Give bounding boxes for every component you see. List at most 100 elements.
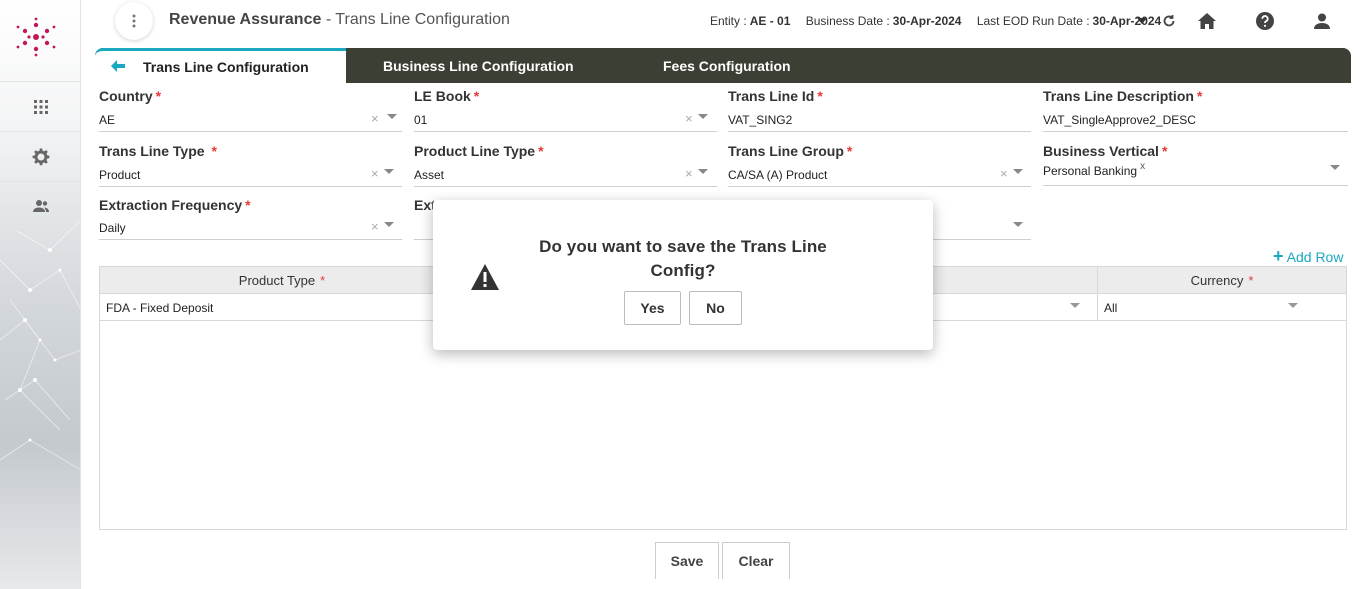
trans-line-group-select[interactable]: CA/SA (A) Product — [728, 163, 1031, 187]
caret-down-icon[interactable] — [1013, 169, 1023, 174]
required-marker: * — [1161, 143, 1168, 159]
required-marker: * — [1248, 273, 1254, 288]
tab-trans-line-configuration[interactable]: Trans Line Configuration — [95, 48, 346, 83]
sidebar-settings-button[interactable] — [0, 131, 80, 181]
app-logo — [16, 17, 56, 57]
caret-down-icon[interactable] — [384, 169, 394, 174]
gear-icon — [32, 148, 49, 165]
column-label: Currency — [1190, 273, 1244, 288]
business-vertical-chip: Personal Banking — [1043, 164, 1138, 178]
business-vertical-label: Business Vertical — [1043, 143, 1159, 159]
tab-label: Business Line Configuration — [383, 57, 574, 74]
required-marker: * — [538, 143, 544, 159]
tab-fees-configuration[interactable]: Fees Configuration — [663, 48, 791, 83]
top-bar: Revenue Assurance - Trans Line Configura… — [81, 0, 1366, 44]
trans-line-type-value: Product — [99, 167, 141, 182]
caret-down-icon[interactable] — [1070, 303, 1080, 308]
confirm-dialog: Do you want to save the Trans Line Confi… — [433, 200, 933, 350]
le-book-select[interactable]: 01 — [414, 108, 717, 132]
product-line-type-select[interactable]: Asset — [414, 163, 717, 187]
trans-line-id-label: Trans Line Id — [728, 88, 815, 104]
trans-line-group-value: CA/SA (A) Product — [728, 167, 828, 182]
caret-down-icon[interactable] — [1330, 165, 1340, 170]
grid-header-currency: Currency * — [1097, 267, 1346, 294]
user-profile-button[interactable] — [1311, 10, 1333, 32]
product-type-cell[interactable]: FDA - Fixed Deposit — [100, 294, 464, 321]
network-background-graphic — [0, 220, 80, 470]
required-marker: * — [245, 197, 251, 213]
extraction-frequency-field: Extraction Frequency * Daily × — [99, 197, 402, 240]
clear-icon[interactable]: × — [371, 219, 379, 234]
extraction-frequency-select[interactable]: Daily — [99, 216, 402, 240]
grid-apps-icon — [33, 99, 48, 114]
le-book-value: 01 — [414, 112, 428, 127]
sidebar — [0, 0, 81, 589]
tab-label: Trans Line Configuration — [143, 59, 309, 75]
dialog-no-button[interactable]: No — [689, 291, 742, 325]
grid-header-product-type: Product Type * — [100, 267, 464, 294]
home-icon — [1198, 13, 1216, 29]
help-button[interactable] — [1254, 10, 1276, 32]
entity-dropdown-button[interactable] — [1131, 10, 1153, 32]
help-icon — [1256, 12, 1274, 30]
clear-icon[interactable]: × — [371, 111, 379, 126]
trans-line-type-select[interactable]: Product — [99, 163, 402, 187]
required-marker: * — [211, 143, 217, 159]
page-title: Revenue Assurance - Trans Line Configura… — [169, 11, 510, 29]
country-select[interactable]: AE — [99, 108, 402, 132]
clear-button[interactable]: Clear — [722, 542, 790, 579]
required-marker: * — [320, 273, 326, 288]
save-button[interactable]: Save — [655, 542, 719, 579]
caret-down-icon[interactable] — [698, 114, 708, 119]
clear-icon[interactable]: × — [685, 166, 693, 181]
refresh-button[interactable] — [1158, 10, 1180, 32]
trans-line-id-field: Trans Line Id * VAT_SING2 — [728, 88, 1031, 132]
tab-bar: Trans Line Configuration Business Line C… — [95, 48, 1351, 83]
product-line-type-field: Product Line Type * Asset × — [414, 143, 717, 187]
required-marker: * — [1196, 88, 1203, 104]
business-vertical-multiselect[interactable]: Personal Banking x — [1043, 159, 1348, 186]
trans-line-group-label: Trans Line Group — [728, 143, 844, 159]
trans-line-description-label: Trans Line Description — [1043, 88, 1194, 104]
currency-cell[interactable]: All — [1097, 294, 1346, 321]
add-row-label: Add Row — [1286, 249, 1344, 265]
caret-down-icon[interactable] — [1288, 303, 1298, 308]
eod-date-label: Last EOD Run Date : — [976, 14, 1090, 28]
column-label: Product Type — [238, 273, 316, 288]
trans-line-description-field: Trans Line Description * VAT_SingleApprov… — [1043, 88, 1348, 132]
required-marker: * — [817, 88, 823, 104]
sidebar-apps-button[interactable] — [0, 81, 80, 131]
warning-icon — [471, 264, 499, 290]
users-icon — [32, 200, 49, 212]
caret-down-icon[interactable] — [698, 169, 708, 174]
dialog-message: Do you want to save the Trans Line Confi… — [539, 237, 827, 280]
trans-line-id-input[interactable]: VAT_SING2 — [728, 108, 1031, 132]
dialog-yes-button[interactable]: Yes — [624, 291, 681, 325]
currency-value: All — [1104, 300, 1118, 315]
home-button[interactable] — [1196, 10, 1218, 32]
caret-down-icon[interactable] — [387, 114, 397, 119]
business-date-label: Business Date : — [805, 14, 890, 28]
caret-down-icon[interactable] — [1013, 222, 1023, 227]
required-marker: * — [846, 143, 853, 159]
more-menu-button[interactable] — [115, 2, 153, 40]
clear-icon[interactable]: × — [371, 166, 379, 181]
caret-down-icon[interactable] — [384, 222, 394, 227]
clear-icon[interactable]: × — [1000, 166, 1008, 181]
remove-chip-icon[interactable]: x — [1140, 161, 1145, 172]
plus-icon: + — [1273, 246, 1284, 266]
session-meta: Entity : AE - 01 Business Date :30-Apr-20… — [710, 14, 1173, 28]
add-row-button[interactable]: + Add Row — [1273, 246, 1343, 267]
product-line-type-value: Asset — [414, 167, 445, 182]
back-arrow-icon[interactable] — [111, 60, 125, 72]
le-book-field: LE Book * 01 × — [414, 88, 717, 132]
le-book-label: LE Book — [414, 88, 471, 104]
clear-icon[interactable]: × — [685, 111, 693, 126]
required-marker: * — [473, 88, 480, 104]
business-vertical-field: Business Vertical * Personal Banking x — [1043, 143, 1348, 186]
tab-business-line-configuration[interactable]: Business Line Configuration — [383, 48, 574, 83]
trans-line-group-field: Trans Line Group * CA/SA (A) Product × — [728, 143, 1031, 187]
sidebar-users-button[interactable] — [0, 181, 80, 231]
trans-line-description-input[interactable]: VAT_SingleApprove2_DESC — [1043, 108, 1348, 132]
entity-value: AE - 01 — [749, 14, 791, 28]
